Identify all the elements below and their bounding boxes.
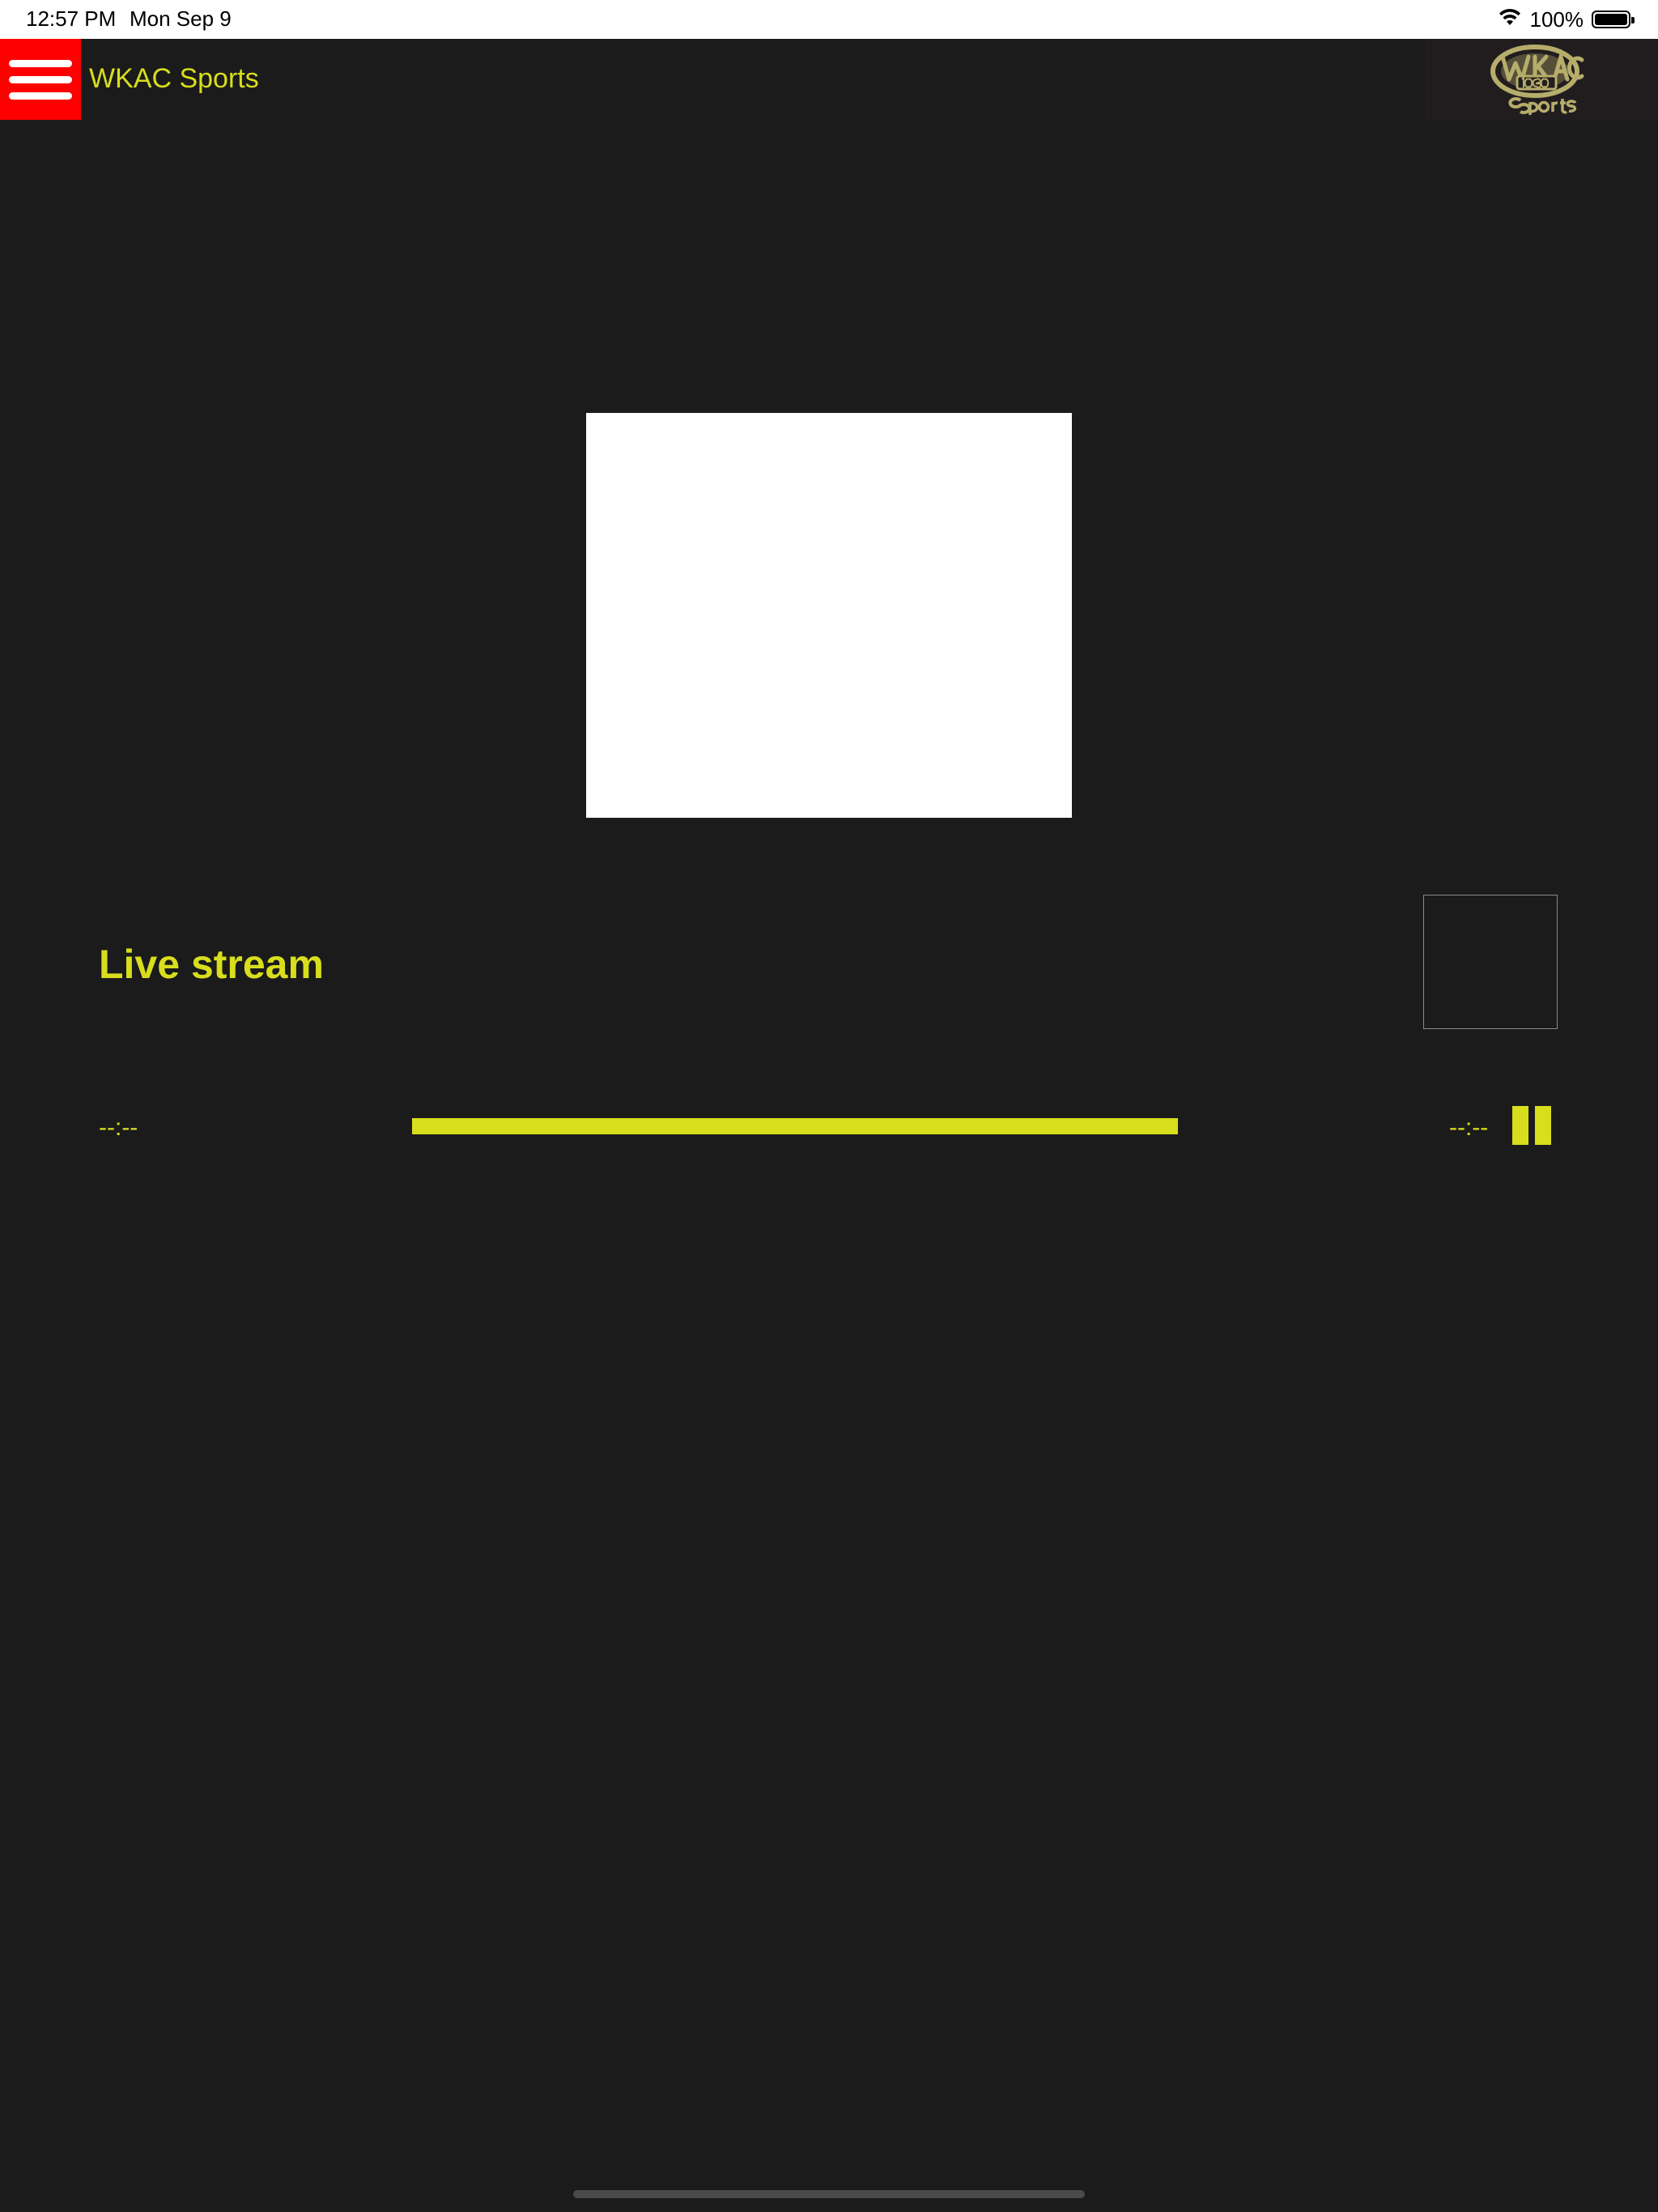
- track-title: Live stream: [99, 942, 324, 987]
- remaining-time: --:--: [1449, 1114, 1489, 1141]
- album-artwork: [586, 413, 1072, 818]
- status-date: Mon Sep 9: [130, 6, 232, 31]
- hamburger-menu-icon[interactable]: [0, 39, 81, 120]
- progress-slider[interactable]: [412, 1118, 1178, 1134]
- app-header: WKAC Sports: [0, 39, 1658, 120]
- pause-icon[interactable]: [1512, 1106, 1553, 1145]
- battery-level: [1595, 14, 1627, 25]
- status-bar: 12:57 PM Mon Sep 9 100%: [0, 0, 1658, 39]
- app-title: WKAC Sports: [89, 63, 259, 94]
- home-indicator: [573, 2190, 1085, 2198]
- battery-percent: 100%: [1529, 6, 1584, 32]
- wifi-icon: [1498, 7, 1522, 32]
- status-time: 12:57 PM: [26, 6, 117, 31]
- elapsed-time: --:--: [99, 1114, 138, 1141]
- progress-fill: [412, 1118, 1178, 1134]
- station-logo: [1425, 39, 1658, 120]
- battery-icon: [1592, 11, 1635, 28]
- status-indicators: 100%: [1498, 5, 1636, 34]
- airplay-button[interactable]: [1423, 895, 1558, 1029]
